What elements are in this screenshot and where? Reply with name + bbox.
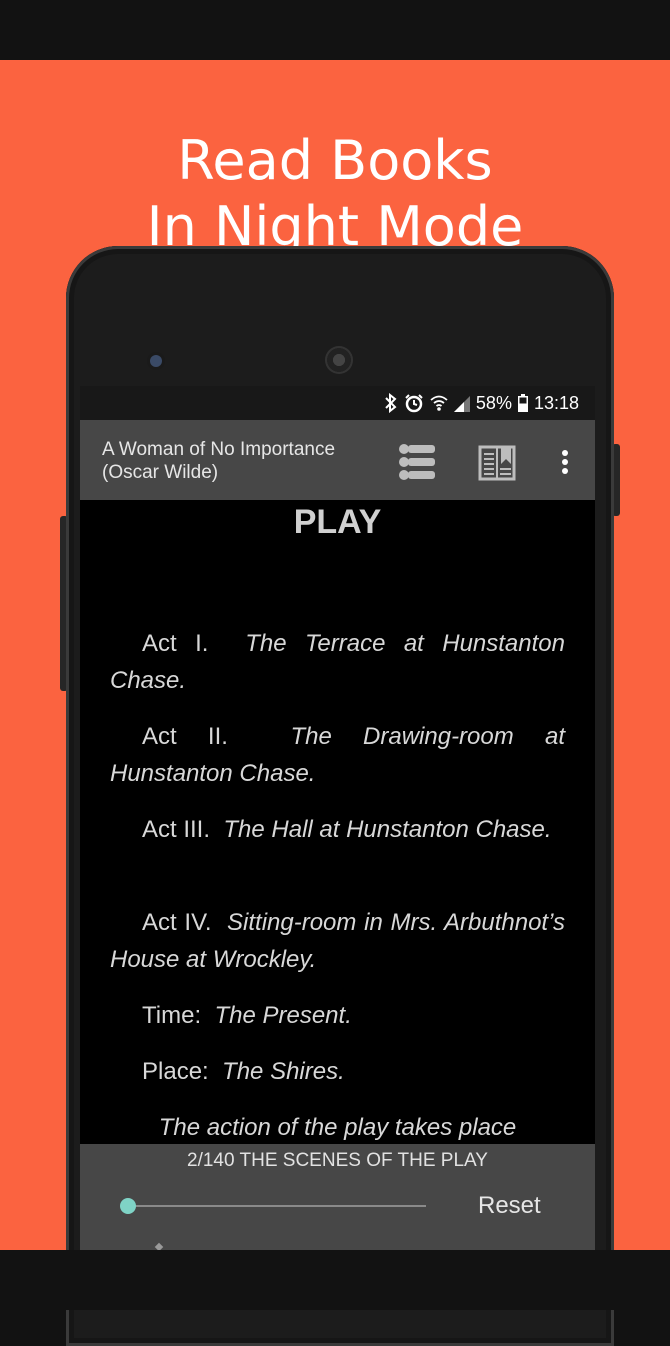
bluetooth-icon [385,393,397,413]
paragraph-place: Place: The Shires. [110,1054,565,1091]
table-of-contents-icon [399,444,435,480]
bookmark-button[interactable] [475,440,519,484]
navigation-panel: 2/140 THE SCENES OF THE PLAY Reset [80,1144,595,1250]
reset-button[interactable]: Reset [478,1192,541,1220]
time-label: Time: [142,1002,202,1029]
phone-screen: 58% 13:18 A Woman of No Importance (Osca… [80,386,595,1250]
act-label: Act IV. [142,909,212,936]
promo-headline: Read Books In Night Mode [0,128,670,260]
book-title[interactable]: A Woman of No Importance (Oscar Wilde) [102,438,372,484]
status-bar: 58% 13:18 [80,386,595,420]
alarm-icon [405,394,423,413]
bookmark-icon [478,445,516,481]
app-bar: A Woman of No Importance (Oscar Wilde) [80,420,595,500]
act-label: Act III. [142,816,211,843]
chevron-up-icon [154,1242,164,1250]
wifi-icon [430,395,448,411]
page-indicator: 2/140 THE SCENES OF THE PLAY [187,1150,488,1171]
earpiece-speaker-icon [325,346,353,374]
act-label: Act I. [142,630,209,657]
place-description: The Shires. [222,1058,345,1085]
book-title-author: (Oscar Wilde) [102,462,219,483]
paragraph-act-4: Act IV. Sitting-room in Mrs. Arbuthnot’s… [110,905,565,978]
place-label: Place: [142,1058,209,1085]
paragraph-act-3: Act III. The Hall at Hunstanton Chase. [110,812,565,849]
battery-icon [517,394,528,412]
paragraph-act-2: Act II. The Drawing-room at Hunstanton C… [110,719,565,792]
clock: 13:18 [533,392,579,413]
act-label: Act II. [142,723,228,750]
reader-content[interactable]: PLAY Act I. The Terrace at Hunstanton Ch… [110,500,565,1141]
table-of-contents-button[interactable] [395,440,439,484]
page-slider-thumb[interactable] [120,1198,137,1214]
bottom-letterbox [0,1250,670,1310]
more-vert-icon [562,450,568,474]
paragraph-time: Time: The Present. [110,998,565,1035]
paragraph-act-1: Act I. The Terrace at Hunstanton Chase. [110,626,565,699]
paragraph-action: The action of the play takes place [158,1114,517,1141]
chapter-heading: PLAY [293,503,382,541]
page-slider-track[interactable] [126,1205,426,1207]
front-camera-icon [150,355,162,367]
act-description: The Hall at Hunstanton Chase. [223,816,552,843]
signal-icon [453,396,470,412]
book-title-name: A Woman of No Importance [102,439,336,460]
time-description: The Present. [214,1002,352,1029]
battery-percent: 58% [475,392,512,413]
headline-line-1: Read Books [177,129,493,192]
more-options-button[interactable] [543,440,587,484]
